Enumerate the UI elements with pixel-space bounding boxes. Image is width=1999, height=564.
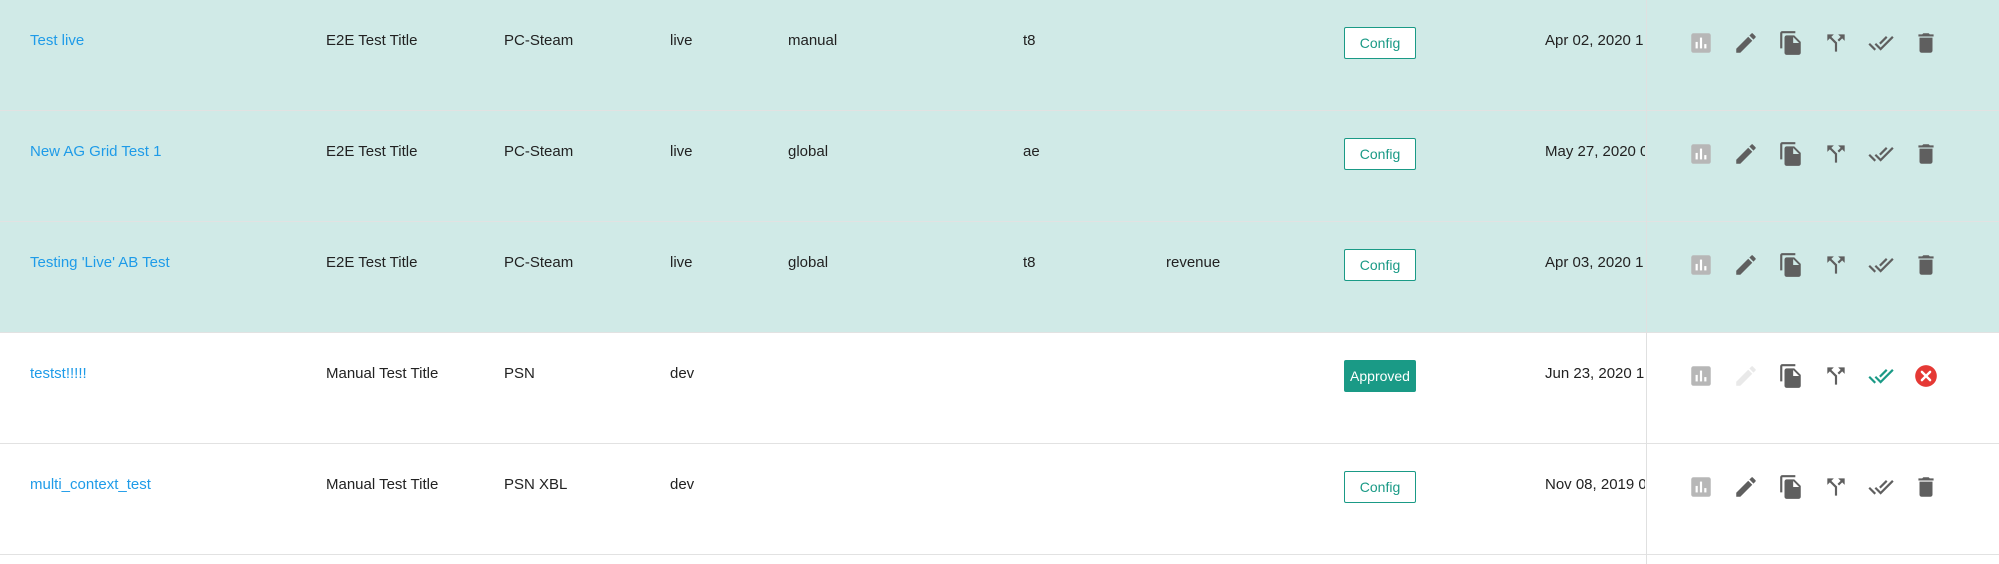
edit-icon <box>1733 363 1759 389</box>
experiment-title-cell: Manual Test Title <box>326 476 439 493</box>
copy-icon[interactable] <box>1778 141 1804 167</box>
stats-icon[interactable] <box>1688 141 1714 167</box>
fork-icon[interactable] <box>1823 141 1849 167</box>
experiment-title-cell: Manual Test Title <box>326 365 439 382</box>
approve-icon[interactable] <box>1868 252 1894 278</box>
environment-cell: dev <box>670 476 695 493</box>
config-button[interactable]: Config <box>1344 471 1416 503</box>
experiment-title-cell: E2E Test Title <box>326 143 418 160</box>
stats-icon[interactable] <box>1688 363 1714 389</box>
pinned-column-border <box>1646 0 1647 564</box>
scope-cell: global <box>788 143 829 160</box>
edit-icon[interactable] <box>1733 474 1759 500</box>
config-button[interactable]: Config <box>1344 27 1416 59</box>
row-divider <box>0 554 1999 555</box>
platform-cell: PSN XBL <box>504 476 568 493</box>
date-cell: Apr 02, 2020 1 <box>1545 32 1644 49</box>
experiment-name-link[interactable]: Test live <box>30 32 320 50</box>
table-row[interactable]: multi_context_test Manual Test Title PSN X… <box>0 444 1999 555</box>
date-cell: May 27, 2020 0 <box>1545 143 1645 160</box>
date-cell: Jun 23, 2020 1 <box>1545 365 1645 382</box>
scope-cell: global <box>788 254 829 271</box>
fork-icon[interactable] <box>1823 30 1849 56</box>
environment-cell: live <box>670 32 693 49</box>
stats-icon[interactable] <box>1688 30 1714 56</box>
cancel-icon[interactable] <box>1913 363 1939 389</box>
copy-icon[interactable] <box>1778 30 1804 56</box>
approved-badge[interactable]: Approved <box>1344 360 1416 392</box>
experiment-name-link[interactable]: multi_context_test <box>30 476 320 494</box>
experiment-title-cell: E2E Test Title <box>326 32 418 49</box>
copy-icon[interactable] <box>1778 474 1804 500</box>
copy-icon[interactable] <box>1778 363 1804 389</box>
date-cell: Nov 08, 2019 0 <box>1545 476 1645 493</box>
experiment-name-link[interactable]: New AG Grid Test 1 <box>30 143 320 161</box>
metric-cell: revenue <box>1166 254 1221 271</box>
table-row[interactable]: Testing 'Live' AB Test E2E Test Title PC-S… <box>0 222 1999 333</box>
experiment-name-link[interactable]: testst!!!!! <box>30 365 320 383</box>
scope-cell: manual <box>788 32 838 49</box>
environment-cell: dev <box>670 365 695 382</box>
delete-icon[interactable] <box>1913 141 1939 167</box>
environment-cell: live <box>670 143 693 160</box>
config-button[interactable]: Config <box>1344 138 1416 170</box>
context-cell: t8 <box>1023 254 1036 271</box>
approved-icon[interactable] <box>1868 363 1894 389</box>
table-row[interactable]: testst!!!!! Manual Test Title PSN dev Jun 23… <box>0 333 1999 444</box>
platform-cell: PC-Steam <box>504 254 574 271</box>
context-cell: ae <box>1023 143 1040 160</box>
environment-cell: live <box>670 254 693 271</box>
edit-icon[interactable] <box>1733 252 1759 278</box>
delete-icon[interactable] <box>1913 252 1939 278</box>
stats-icon[interactable] <box>1688 474 1714 500</box>
edit-icon[interactable] <box>1733 30 1759 56</box>
approve-icon[interactable] <box>1868 30 1894 56</box>
stats-icon[interactable] <box>1688 252 1714 278</box>
config-button[interactable]: Config <box>1344 249 1416 281</box>
delete-icon[interactable] <box>1913 30 1939 56</box>
experiment-title-cell: E2E Test Title <box>326 254 418 271</box>
platform-cell: PC-Steam <box>504 143 574 160</box>
edit-icon[interactable] <box>1733 141 1759 167</box>
fork-icon[interactable] <box>1823 363 1849 389</box>
copy-icon[interactable] <box>1778 252 1804 278</box>
experiment-name-link[interactable]: Testing 'Live' AB Test <box>30 254 320 272</box>
platform-cell: PSN <box>504 365 535 382</box>
date-cell: Apr 03, 2020 1 <box>1545 254 1644 271</box>
approve-icon[interactable] <box>1868 474 1894 500</box>
delete-icon[interactable] <box>1913 474 1939 500</box>
fork-icon[interactable] <box>1823 474 1849 500</box>
table-row[interactable]: Test live E2E Test Title PC-Steam live manua… <box>0 0 1999 111</box>
table-row[interactable]: New AG Grid Test 1 E2E Test Title PC-Steam… <box>0 111 1999 222</box>
context-cell: t8 <box>1023 32 1036 49</box>
experiments-grid: Test live E2E Test Title PC-Steam live manua… <box>0 0 1999 564</box>
fork-icon[interactable] <box>1823 252 1849 278</box>
platform-cell: PC-Steam <box>504 32 574 49</box>
approve-icon[interactable] <box>1868 141 1894 167</box>
